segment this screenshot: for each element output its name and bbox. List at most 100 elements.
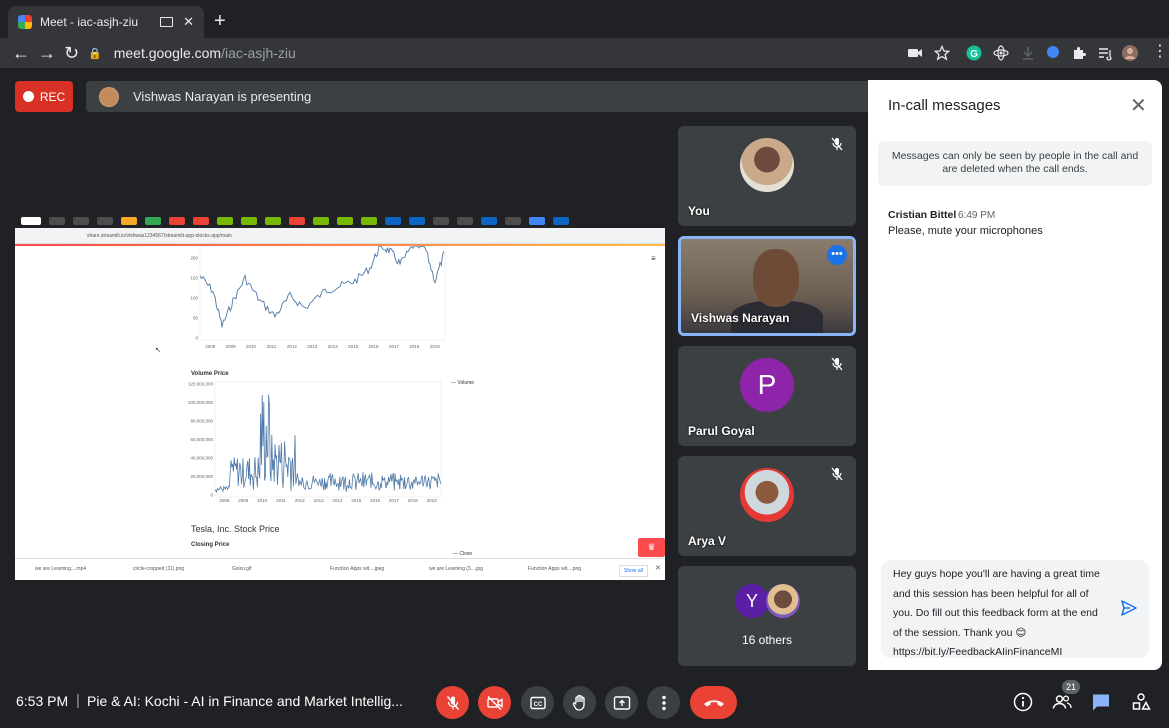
media-controls-icon[interactable] (1097, 45, 1113, 61)
new-tab-button[interactable]: + (214, 11, 226, 31)
message-time: 6:49 PM (958, 210, 996, 221)
activities-icon[interactable] (1131, 692, 1151, 712)
google-meet-icon (18, 15, 32, 29)
close-tab-icon[interactable]: ✕ (183, 14, 194, 30)
shared-tab (529, 217, 545, 225)
bookmark-star-icon[interactable] (934, 45, 950, 61)
mouse-cursor-icon: ↖ (155, 347, 161, 354)
volume-x-ticks: 2008 2009 2010 2011 2012 2013 2014 2015 2016 2017… (219, 498, 437, 503)
captions-button[interactable]: CC (521, 686, 554, 719)
volume-chart-title: Volume Price (191, 371, 229, 377)
url-path: /iac-asjh-ziu (221, 45, 296, 61)
volume-series-line (214, 394, 441, 493)
shared-tab-strip (15, 214, 665, 228)
chat-icon[interactable] (1091, 692, 1111, 712)
shared-tab (457, 217, 473, 225)
in-call-messages-panel: In-call messages ✕ Messages can only be … (868, 80, 1162, 670)
mic-off-icon (831, 467, 843, 481)
message-input[interactable]: Hey guys hope you'll are having a great … (881, 560, 1149, 658)
recording-indicator: REC (15, 81, 73, 112)
grammarly-icon[interactable]: G (966, 45, 982, 61)
svg-text:G: G (970, 49, 978, 60)
x-tick-label: 2010 (257, 498, 268, 503)
y-tick-label: 20,000,000 (190, 474, 213, 479)
x-tick-label: 2019 (427, 498, 438, 503)
address-bar[interactable]: 🔒 meet.google.com /iac-asjh-ziu (88, 40, 898, 66)
participant-tile-others[interactable]: Y 16 others (678, 566, 856, 666)
arya-avatar (740, 468, 794, 522)
x-tick-label: 2008 (205, 344, 216, 349)
send-icon[interactable] (1120, 599, 1138, 617)
download-item: we are Learning (3....jpg (429, 566, 483, 572)
tab-title: Meet - iac-asjh-ziu (40, 15, 139, 29)
camera-toggle-button[interactable] (478, 686, 511, 719)
participant-tile-vishwas[interactable]: ••• Vishwas Narayan (678, 236, 856, 336)
shared-tab (481, 217, 497, 225)
people-icon[interactable] (1052, 692, 1072, 712)
presenting-text: Vishwas Narayan is presenting (133, 89, 312, 104)
x-tick-label: 2015 (351, 498, 362, 503)
shared-tab (553, 217, 569, 225)
others-count: 16 others (741, 633, 793, 647)
present-screen-button[interactable] (605, 686, 638, 719)
participant-name: You (688, 204, 710, 218)
x-tick-label: 2008 (219, 498, 230, 503)
lock-icon: 🔒 (88, 47, 102, 60)
browser-menu-icon[interactable]: ⋮ (1152, 41, 1168, 63)
meeting-details-icon[interactable] (1013, 692, 1033, 712)
you-avatar (740, 138, 794, 192)
shared-tab (289, 217, 305, 225)
participant-name: Arya V (688, 534, 727, 548)
shared-tab (433, 217, 449, 225)
microphone-toggle-button[interactable] (436, 686, 469, 719)
participant-name: Parul Goyal (688, 424, 755, 438)
volume-line-chart: 120,000,000 100,000,000 80,000,000 60,000,0… (188, 382, 442, 503)
shared-tab (265, 217, 281, 225)
download-item: Function Apps wit....jpeg (330, 566, 385, 572)
forward-button[interactable]: → (38, 42, 56, 64)
shared-tab (169, 217, 185, 225)
participant-tile-you[interactable]: You (678, 126, 856, 226)
y-tick-label: 0 (195, 336, 198, 341)
more-options-button[interactable] (647, 686, 680, 719)
url-host: meet.google.com (113, 45, 222, 61)
profile-avatar-icon[interactable] (1122, 45, 1138, 61)
back-button[interactable]: ← (12, 42, 30, 64)
y-tick-label: 100,000,000 (188, 400, 214, 405)
media-playing-icon (160, 17, 174, 27)
reload-button[interactable]: ↻ (64, 42, 79, 64)
message-sender: Cristian Bittel (888, 209, 957, 221)
y-tick-label: 100 (190, 296, 198, 301)
x-tick-label: 2010 (246, 344, 257, 349)
download-icon[interactable] (1020, 45, 1036, 61)
shared-tab (73, 217, 89, 225)
x-tick-label: 2016 (370, 498, 381, 503)
y-tick-label: 60,000,000 (190, 437, 213, 442)
leave-call-button[interactable] (690, 686, 737, 719)
stock-price-heading: Tesla, Inc. Stock Price (191, 524, 280, 534)
close-icon[interactable]: ✕ (1130, 96, 1147, 116)
y-tick-label: 80,000,000 (190, 419, 213, 424)
shared-address-bar: share.streamlit.io/vishwas1234567/stream… (15, 228, 665, 244)
separator: | (76, 692, 80, 709)
raise-hand-button[interactable] (563, 686, 596, 719)
browser-tab-meet[interactable]: Meet - iac-asjh-ziu ✕ (8, 6, 204, 38)
x-tick-label: 2014 (332, 498, 343, 503)
hand-icon (572, 694, 585, 711)
streamlit-crown-icon[interactable]: ♛ (638, 538, 665, 557)
meeting-name: Pie & AI: Kochi - AI in Finance and Mark… (87, 693, 403, 709)
participant-tile-parul[interactable]: P Parul Goyal (678, 346, 856, 446)
y-tick-label: 250 (190, 256, 198, 261)
volume-y-ticks: 120,000,000 100,000,000 80,000,000 60,000,0… (188, 382, 214, 498)
more-options-icon[interactable]: ••• (827, 245, 847, 265)
camera-icon[interactable] (907, 45, 923, 61)
shared-tab (145, 217, 161, 225)
extensions-puzzle-icon[interactable] (1071, 45, 1087, 61)
chart-menu-icon[interactable]: ≡ (651, 254, 656, 263)
svg-text:CC: CC (533, 702, 542, 708)
panel-title: In-call messages (888, 97, 1001, 114)
extension-badge-icon[interactable] (1046, 45, 1062, 61)
extension-atom-icon[interactable] (993, 45, 1009, 61)
participant-tile-arya[interactable]: Arya V (678, 456, 856, 556)
shared-tab (337, 217, 353, 225)
